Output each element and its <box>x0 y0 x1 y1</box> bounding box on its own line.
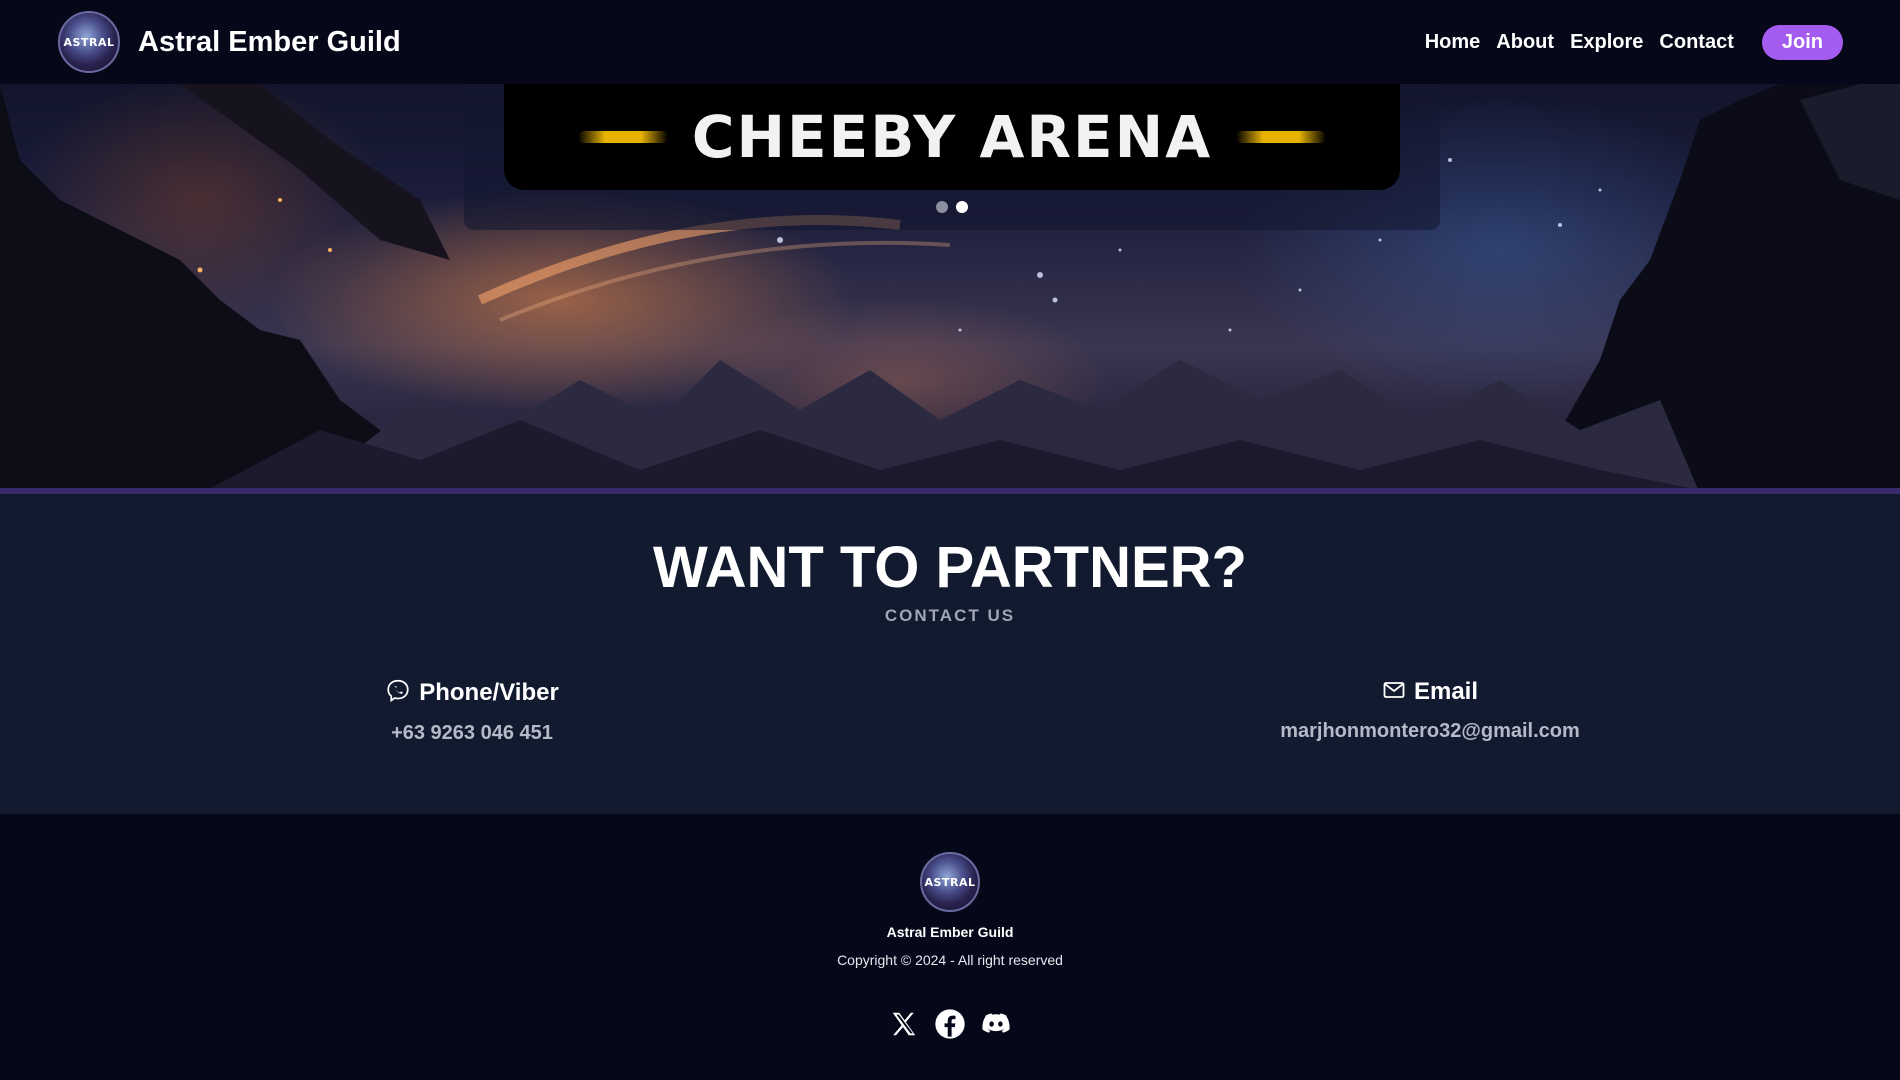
x-icon[interactable] <box>888 1008 920 1040</box>
nav-link-home[interactable]: Home <box>1425 31 1481 54</box>
footer: ASTRAL Astral Ember Guild Copyright © 20… <box>0 814 1900 1080</box>
brand-name[interactable]: Astral Ember Guild <box>138 26 401 59</box>
nav-link-about[interactable]: About <box>1496 31 1554 54</box>
footer-logo: ASTRAL <box>920 852 980 912</box>
nav-link-explore[interactable]: Explore <box>1570 31 1643 54</box>
phone-value[interactable]: +63 9263 046 451 <box>372 722 572 745</box>
footer-copyright: Copyright © 2024 - All right reserved <box>837 952 1063 968</box>
facebook-icon[interactable] <box>934 1008 966 1040</box>
carousel-dot-1[interactable] <box>936 201 948 213</box>
brand[interactable]: ASTRAL Astral Ember Guild <box>58 11 401 73</box>
banner-carousel: CHEEBY ARENA <box>464 84 1440 230</box>
contact-phone: Phone/Viber +63 9263 046 451 <box>372 678 572 745</box>
discord-icon[interactable] <box>980 1008 1012 1040</box>
email-label: Email <box>1413 678 1479 705</box>
footer-logo-text: ASTRAL <box>924 875 976 889</box>
carousel-slide[interactable]: CHEEBY ARENA <box>504 84 1400 190</box>
partner-subtitle: CONTACT US <box>884 606 1016 625</box>
nav-links: Home About Explore Contact Join <box>1425 24 1843 60</box>
contact-email: Email marjhonmontero32@gmail.com <box>1260 678 1600 743</box>
mail-icon <box>1382 678 1406 706</box>
partner-title: WANT TO PARTNER? <box>653 535 1247 600</box>
viber-phone-icon <box>385 678 411 708</box>
slide-decoration-right <box>1236 131 1327 143</box>
guild-logo[interactable]: ASTRAL <box>58 11 120 73</box>
nav-link-contact[interactable]: Contact <box>1659 31 1733 54</box>
carousel-dots <box>464 201 1440 213</box>
carousel-dot-2[interactable] <box>956 201 968 213</box>
social-links <box>0 1008 1900 1040</box>
slide-title: CHEEBY ARENA <box>691 103 1213 171</box>
slide-decoration-left <box>577 131 668 143</box>
top-navbar: ASTRAL Astral Ember Guild Home About Exp… <box>0 0 1900 84</box>
email-value[interactable]: marjhonmontero32@gmail.com <box>1260 720 1600 743</box>
footer-brand-name: Astral Ember Guild <box>886 924 1014 940</box>
partner-section: WANT TO PARTNER? CONTACT US Phone/Viber … <box>0 494 1900 814</box>
logo-text: ASTRAL <box>63 35 115 49</box>
phone-label: Phone/Viber <box>419 679 559 706</box>
join-button[interactable]: Join <box>1761 24 1843 60</box>
